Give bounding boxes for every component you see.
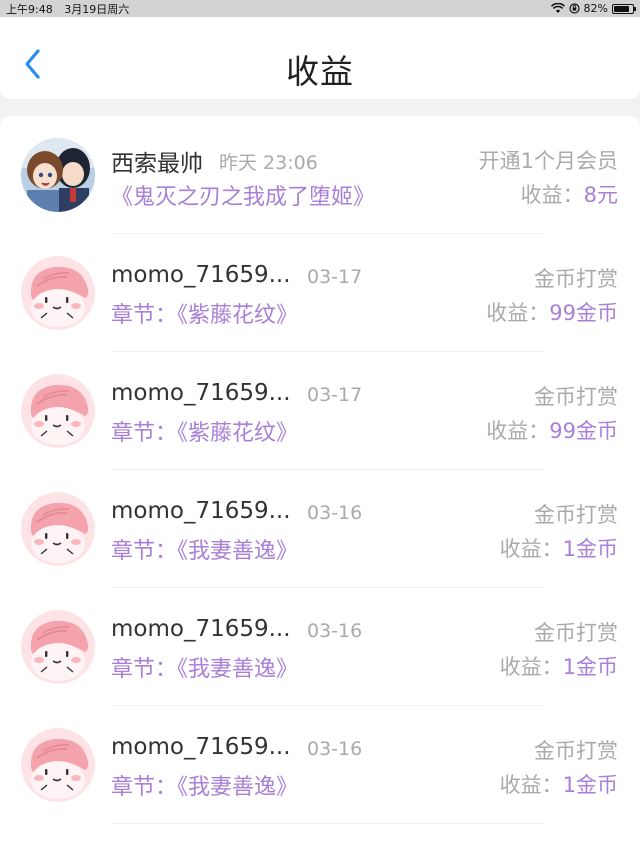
- income-value: 99金币: [549, 419, 618, 443]
- record-date: 03-16: [307, 738, 363, 760]
- income-amount: 收益：99金币: [486, 415, 618, 445]
- income-amount: 收益：1金币: [500, 769, 618, 799]
- record-content[interactable]: 章节：《紫藤花纹》: [111, 297, 298, 329]
- income-record[interactable]: momo_71659... 03-17 章节：《紫藤花纹》 金币打赏 收益：99…: [0, 352, 640, 470]
- record-date: 昨天 23:06: [219, 152, 318, 174]
- income-value: 1金币: [562, 773, 618, 797]
- avatar[interactable]: [21, 374, 95, 448]
- row-divider: [111, 823, 545, 824]
- avatar[interactable]: [21, 138, 95, 212]
- avatar[interactable]: [21, 728, 95, 802]
- income-record[interactable]: momo_71659... 03-16 章节：《我妻善逸》 金币打赏 收益：1金…: [0, 706, 640, 824]
- user-name: momo_71659...: [111, 380, 291, 406]
- battery-fill: [614, 5, 629, 12]
- record-date: 03-16: [307, 502, 363, 524]
- user-name: 西索最帅: [111, 151, 203, 177]
- page-title: 收益: [286, 52, 354, 91]
- income-list: 西索最帅 昨天 23:06 《鬼灭之刃之我成了堕姬》 开通1个月会员 收益：8元…: [0, 116, 640, 853]
- income-label: 收益：: [520, 183, 584, 207]
- orientation-lock-icon: [568, 3, 580, 14]
- pink-blob-avatar-image: [21, 610, 95, 684]
- wifi-icon: [550, 3, 565, 13]
- record-type: 金币打赏: [534, 621, 618, 645]
- status-date: 3月19日周六: [64, 2, 130, 16]
- pink-blob-avatar-image: [21, 728, 95, 802]
- income-value: 99金币: [549, 301, 618, 325]
- nav-header: 收益: [0, 17, 640, 99]
- user-name: momo_71659...: [111, 616, 291, 642]
- pink-blob-avatar-image: [21, 256, 95, 330]
- pink-blob-avatar-image: [21, 374, 95, 448]
- avatar[interactable]: [21, 610, 95, 684]
- avatar[interactable]: [21, 492, 95, 566]
- income-amount: 收益：99金币: [486, 297, 618, 327]
- user-name: momo_71659...: [111, 262, 291, 288]
- income-amount: 收益：1金币: [500, 533, 618, 563]
- income-value: 1金币: [562, 537, 618, 561]
- income-label: 收益：: [499, 655, 563, 679]
- status-right: 82%: [550, 2, 636, 15]
- user-name: momo_71659...: [111, 734, 291, 760]
- anime-avatar-image: [21, 138, 95, 212]
- status-time: 上午9:48: [6, 2, 53, 16]
- income-label: 收益：: [486, 301, 550, 325]
- status-bar: 上午9:48 3月19日周六 82%: [0, 0, 640, 17]
- income-label: 收益：: [499, 537, 563, 561]
- income-record[interactable]: momo_71659... 03-16 章节：《我妻善逸》 金币打赏 收益：1金…: [0, 470, 640, 588]
- record-date: 03-17: [307, 384, 363, 406]
- record-type: 金币打赏: [534, 385, 618, 409]
- income-label: 收益：: [486, 419, 550, 443]
- income-record[interactable]: 西索最帅 昨天 23:06 《鬼灭之刃之我成了堕姬》 开通1个月会员 收益：8元: [0, 116, 640, 234]
- income-label: 收益：: [499, 773, 563, 797]
- avatar[interactable]: [21, 256, 95, 330]
- income-record[interactable]: momo_71659... 03-17 章节：《紫藤花纹》 金币打赏 收益：99…: [0, 234, 640, 352]
- record-content[interactable]: 章节：《紫藤花纹》: [111, 415, 298, 447]
- record-type: 金币打赏: [534, 739, 618, 763]
- status-left: 上午9:48 3月19日周六: [6, 1, 137, 17]
- income-value: 1金币: [562, 655, 618, 679]
- record-content[interactable]: 章节：《我妻善逸》: [111, 533, 298, 565]
- battery-percent: 82%: [583, 2, 608, 15]
- record-content[interactable]: 章节：《我妻善逸》: [111, 769, 298, 801]
- record-date: 03-16: [307, 620, 363, 642]
- income-amount: 收益：8元: [521, 179, 618, 209]
- income-amount: 收益：1金币: [500, 651, 618, 681]
- pink-blob-avatar-image: [21, 492, 95, 566]
- record-type: 金币打赏: [534, 267, 618, 291]
- record-type: 金币打赏: [534, 503, 618, 527]
- battery-icon: [612, 3, 636, 14]
- record-content[interactable]: 《鬼灭之刃之我成了堕姬》: [111, 179, 375, 211]
- user-name: momo_71659...: [111, 498, 291, 524]
- record-content[interactable]: 章节：《我妻善逸》: [111, 651, 298, 683]
- record-date: 03-17: [307, 266, 363, 288]
- record-type: 开通1个月会员: [478, 149, 618, 173]
- income-value: 8元: [583, 183, 618, 207]
- income-record[interactable]: momo_71659... 03-16 章节：《我妻善逸》 金币打赏 收益：1金…: [0, 588, 640, 706]
